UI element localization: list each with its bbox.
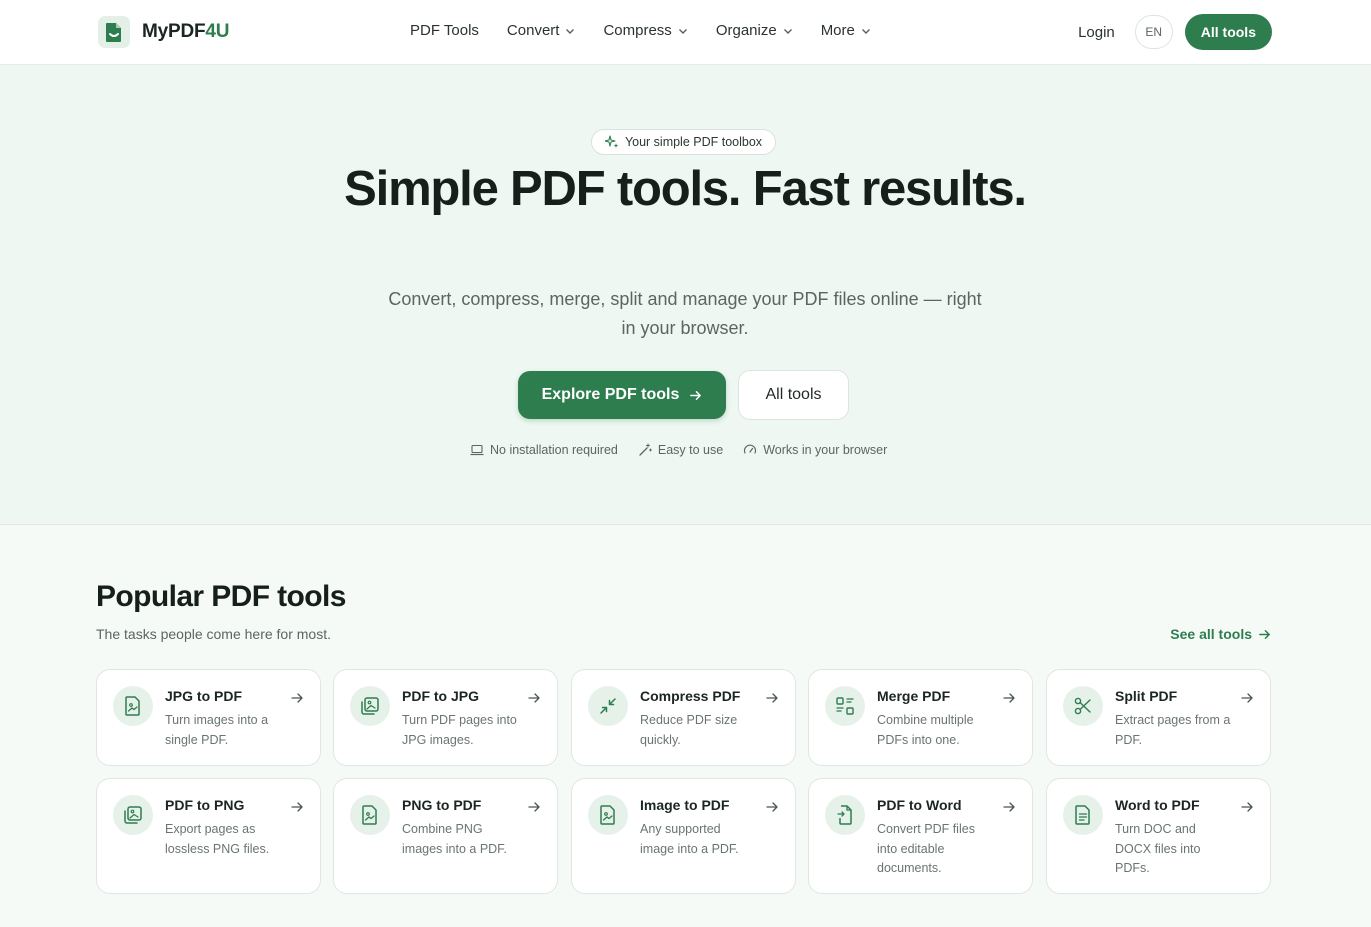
tool-card-description: Combine multiple PDFs into one. bbox=[877, 713, 974, 747]
arrow-right-icon bbox=[1241, 693, 1253, 703]
arrow-right-icon bbox=[528, 802, 540, 812]
header-actions: Login EN All tools bbox=[1078, 14, 1272, 50]
arrow-right-icon bbox=[1003, 693, 1015, 703]
magic-wand-icon bbox=[639, 443, 652, 456]
file-image-icon bbox=[588, 795, 628, 835]
tool-card-title: Split PDF bbox=[1115, 688, 1178, 704]
feature-item: Works in your browser bbox=[743, 443, 887, 457]
chevron-down-icon bbox=[861, 28, 870, 34]
tool-card-title: Image to PDF bbox=[640, 797, 730, 813]
tool-card-png-to-pdf[interactable]: PNG to PDF Combine PNG images into a PDF… bbox=[333, 778, 558, 894]
tool-card-title: JPG to PDF bbox=[165, 688, 243, 704]
file-image-icon bbox=[113, 686, 153, 726]
tool-card-description: Reduce PDF size quickly. bbox=[640, 713, 738, 747]
file-text-icon bbox=[1063, 795, 1103, 835]
tool-card-description: Any supported image into a PDF. bbox=[640, 822, 739, 856]
tool-card-title: Merge PDF bbox=[877, 688, 951, 704]
arrow-right-icon bbox=[690, 390, 702, 400]
tool-card-pdf-to-word[interactable]: PDF to Word Convert PDF files into edita… bbox=[808, 778, 1033, 894]
logo[interactable]: MyPDF4U bbox=[98, 16, 229, 48]
tool-card-merge-pdf[interactable]: Merge PDF Combine multiple PDFs into one… bbox=[808, 669, 1033, 766]
tool-card-description: Convert PDF files into editable document… bbox=[877, 822, 975, 875]
chevron-down-icon bbox=[783, 28, 792, 34]
nav-more[interactable]: More bbox=[821, 22, 871, 39]
sparkles-icon bbox=[604, 135, 619, 148]
arrow-right-icon bbox=[1259, 629, 1270, 639]
tool-card-split-pdf[interactable]: Split PDF Extract pages from a PDF. bbox=[1046, 669, 1271, 766]
tool-card-title: PDF to JPG bbox=[402, 688, 480, 704]
file-convert-icon bbox=[825, 795, 865, 835]
all-tools-button[interactable]: All tools bbox=[1184, 14, 1272, 50]
hero-title: Simple PDF tools. Fast results. bbox=[344, 162, 1027, 216]
tool-card-description: Turn images into a single PDF. bbox=[165, 713, 269, 747]
tool-card-compress-pdf[interactable]: Compress PDF Reduce PDF size quickly. bbox=[571, 669, 796, 766]
main-nav: PDF Tools Convert Compress Organize More bbox=[410, 22, 871, 39]
hero-badge: Your simple PDF toolbox bbox=[591, 129, 776, 155]
feature-item: No installation required bbox=[470, 443, 618, 457]
hero-section: Your simple PDF toolbox Simple PDF tools… bbox=[0, 65, 1371, 525]
compress-icon bbox=[588, 686, 628, 726]
popular-subtitle: The tasks people come here for most. bbox=[96, 626, 331, 642]
gauge-icon bbox=[744, 444, 757, 454]
arrow-right-icon bbox=[766, 802, 778, 812]
chevron-down-icon bbox=[566, 28, 575, 34]
nav-compress[interactable]: Compress bbox=[603, 22, 687, 39]
tool-card-title: PDF to PNG bbox=[165, 797, 245, 813]
arrow-right-icon bbox=[291, 693, 303, 703]
tool-card-title: PNG to PDF bbox=[402, 797, 482, 813]
arrow-right-icon bbox=[528, 693, 540, 703]
brand-name: MyPDF4U bbox=[142, 21, 230, 42]
login-link[interactable]: Login bbox=[1078, 24, 1115, 41]
tool-card-title: Word to PDF bbox=[1115, 797, 1200, 813]
images-icon bbox=[350, 686, 390, 726]
feature-item: Easy to use bbox=[638, 443, 723, 457]
feature-label: Easy to use bbox=[657, 443, 724, 457]
feature-label: Works in your browser bbox=[763, 443, 888, 457]
laptop-icon bbox=[470, 444, 484, 456]
feature-label: No installation required bbox=[490, 443, 618, 457]
hero-badge-text: Your simple PDF toolbox bbox=[624, 135, 763, 149]
arrow-right-icon bbox=[1241, 802, 1253, 812]
chevron-down-icon bbox=[678, 28, 687, 34]
tool-card-description: Combine PNG images into a PDF. bbox=[402, 822, 507, 856]
tool-card-pdf-to-png[interactable]: PDF to PNG Export pages as lossless PNG … bbox=[96, 778, 321, 894]
arrow-right-icon bbox=[766, 693, 778, 703]
tool-card-jpg-to-pdf[interactable]: JPG to PDF Turn images into a single PDF… bbox=[96, 669, 321, 766]
language-switcher[interactable]: EN bbox=[1134, 15, 1173, 49]
images-icon bbox=[113, 795, 153, 835]
arrow-right-icon bbox=[1003, 802, 1015, 812]
hero-features: No installation required Easy to use Wor… bbox=[470, 443, 887, 457]
file-image-icon bbox=[350, 795, 390, 835]
explore-tools-label: Explore PDF tools bbox=[541, 386, 680, 403]
tool-card-title: Compress PDF bbox=[640, 688, 741, 704]
scissors-icon bbox=[1063, 686, 1103, 726]
hero-subtitle: Convert, compress, merge, split and mana… bbox=[388, 289, 982, 338]
merge-icon bbox=[825, 686, 865, 726]
tool-card-pdf-to-jpg[interactable]: PDF to JPG Turn PDF pages into JPG image… bbox=[333, 669, 558, 766]
nav-organize[interactable]: Organize bbox=[716, 22, 793, 39]
arrow-right-icon bbox=[291, 802, 303, 812]
see-all-label: See all tools bbox=[1170, 626, 1252, 642]
tool-card-word-to-pdf[interactable]: Word to PDF Turn DOC and DOCX files into… bbox=[1046, 778, 1271, 894]
nav-convert[interactable]: Convert bbox=[507, 22, 576, 39]
nav-pdf-tools[interactable]: PDF Tools bbox=[410, 22, 479, 39]
tool-card-description: Turn DOC and DOCX files into PDFs. bbox=[1115, 822, 1201, 875]
tool-card-description: Extract pages from a PDF. bbox=[1115, 713, 1231, 747]
popular-title: Popular PDF tools bbox=[96, 580, 346, 613]
see-all-tools-link[interactable]: See all tools bbox=[1170, 626, 1271, 642]
tool-card-description: Turn PDF pages into JPG images. bbox=[402, 713, 517, 747]
tool-card-description: Export pages as lossless PNG files. bbox=[165, 822, 270, 856]
all-tools-secondary-button[interactable]: All tools bbox=[738, 370, 849, 420]
logo-icon bbox=[98, 16, 130, 48]
tool-card-image-to-pdf[interactable]: Image to PDF Any supported image into a … bbox=[571, 778, 796, 894]
site-header: MyPDF4U PDF Tools Convert Compress Organ… bbox=[0, 0, 1371, 65]
tool-card-title: PDF to Word bbox=[877, 797, 962, 813]
explore-tools-button[interactable]: Explore PDF tools bbox=[518, 371, 726, 419]
